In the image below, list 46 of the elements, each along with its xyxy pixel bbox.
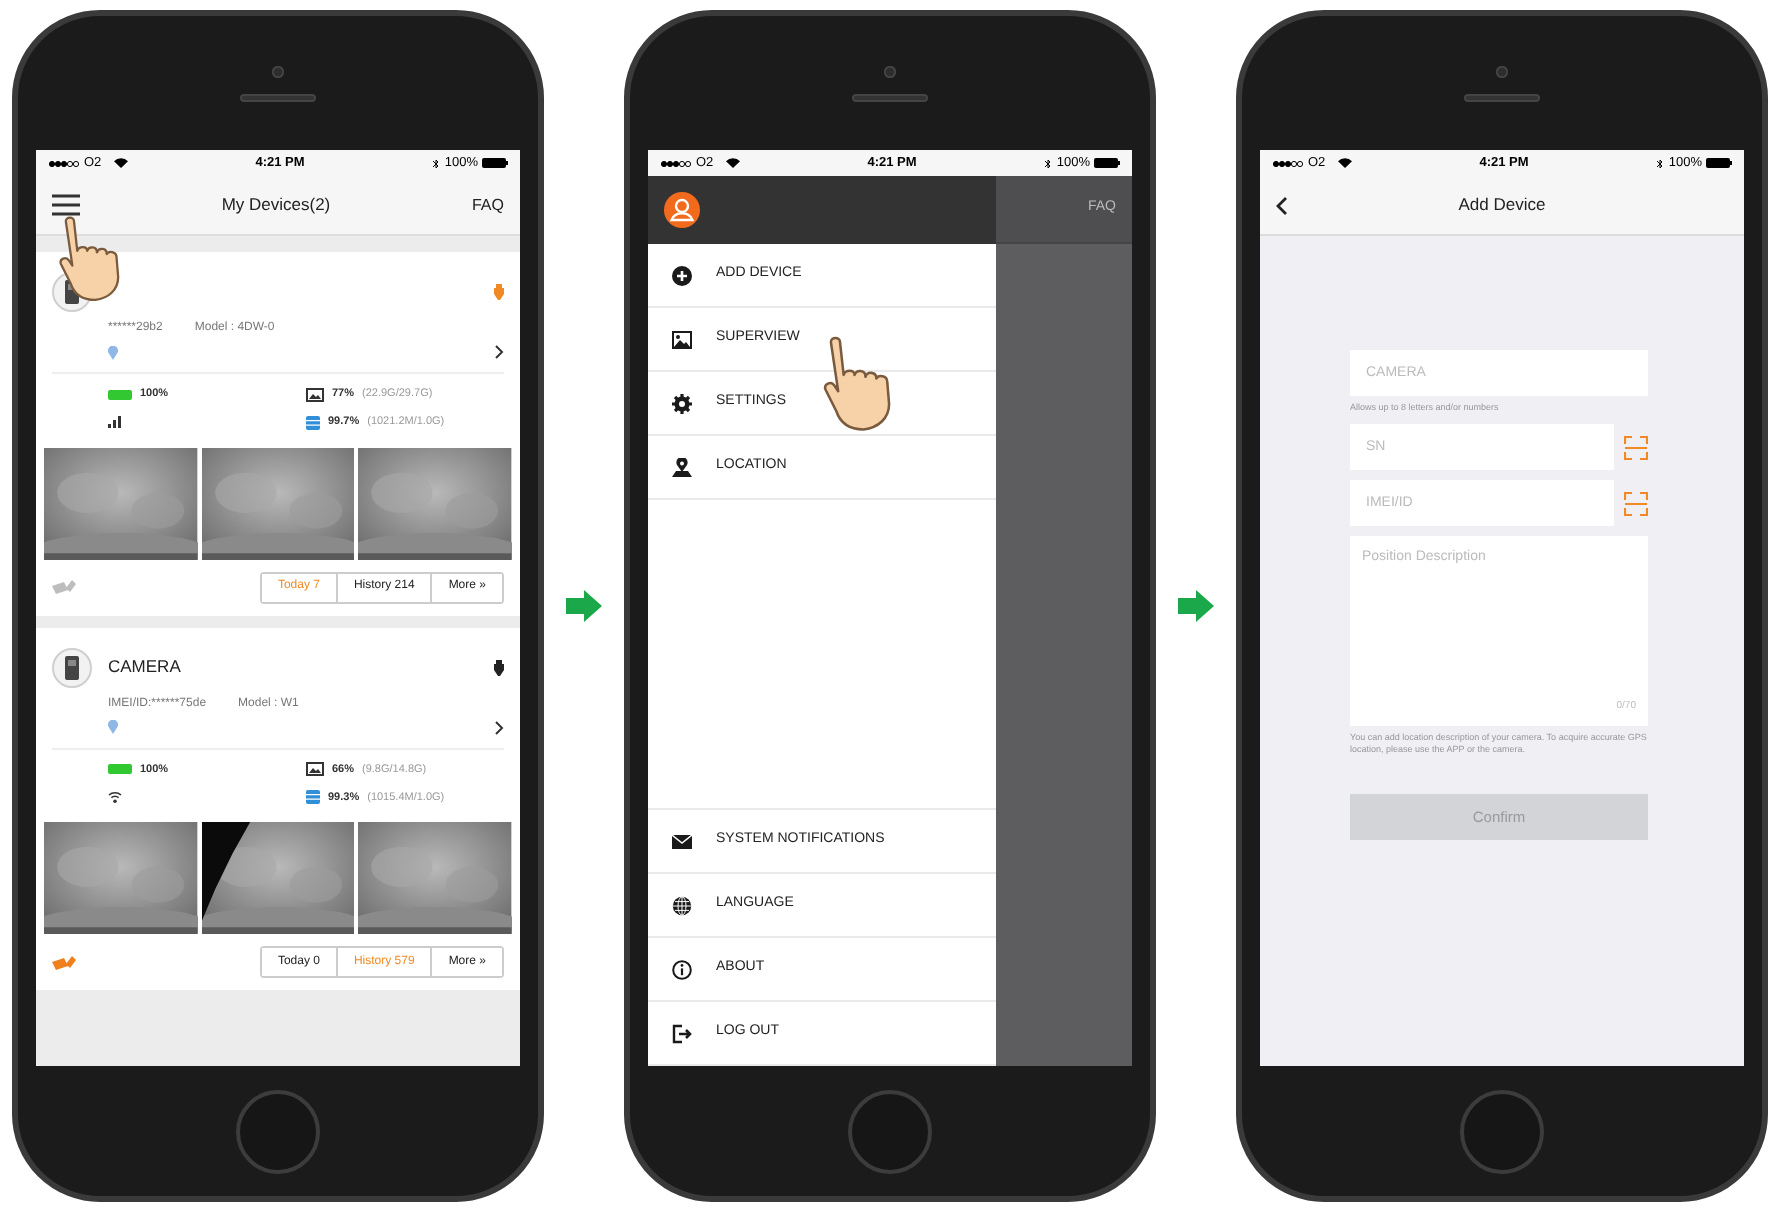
wifi-icon (725, 158, 740, 168)
battery-icon (1706, 158, 1732, 168)
arrow-right-icon (566, 590, 602, 622)
settings-icon (672, 393, 692, 413)
signal-dots-icon (1272, 159, 1304, 167)
battery-icon (482, 158, 508, 168)
location-pin-icon (108, 345, 118, 359)
chevron-right-icon[interactable] (494, 719, 504, 735)
map-pin-icon (672, 457, 692, 477)
wifi-icon (113, 158, 128, 168)
wifi-icon (108, 790, 122, 805)
front-camera-icon (1496, 65, 1508, 77)
user-avatar-icon[interactable] (664, 192, 700, 228)
chevron-right-icon[interactable] (494, 344, 504, 360)
battery-level-icon (108, 389, 132, 400)
arrow-right-icon (1178, 590, 1214, 622)
speaker-slot (1464, 93, 1540, 101)
database-icon (306, 415, 320, 430)
globe-icon (672, 895, 692, 915)
speaker-slot (240, 93, 316, 101)
bluetooth-icon (432, 157, 441, 169)
signal-bars-icon (108, 416, 122, 429)
info-icon (672, 959, 692, 979)
signal-dots-icon (48, 159, 80, 167)
nav-title: Add Device (1458, 192, 1546, 218)
wifi-icon (1337, 158, 1352, 168)
front-camera-icon (272, 65, 284, 77)
battery-level-icon (108, 764, 132, 775)
front-camera-icon (884, 65, 896, 77)
image-icon (672, 329, 692, 349)
database-icon (306, 790, 320, 805)
bluetooth-icon (1656, 157, 1665, 169)
add-circle-icon (672, 265, 692, 285)
mail-icon (672, 831, 692, 851)
faq-link[interactable]: FAQ (471, 193, 504, 217)
bluetooth-icon (1044, 157, 1053, 169)
nav-title: My Devices(2) (221, 192, 331, 218)
speaker-slot (852, 93, 928, 101)
device-name: CAMERA (108, 654, 181, 680)
camera-avatar-icon (52, 647, 92, 687)
location-pin-icon (108, 720, 118, 734)
menu-icon[interactable] (52, 194, 80, 216)
battery-icon (1094, 158, 1120, 168)
signal-dots-icon (660, 159, 692, 167)
log-out-icon (672, 1023, 692, 1043)
back-icon[interactable] (1276, 195, 1288, 215)
